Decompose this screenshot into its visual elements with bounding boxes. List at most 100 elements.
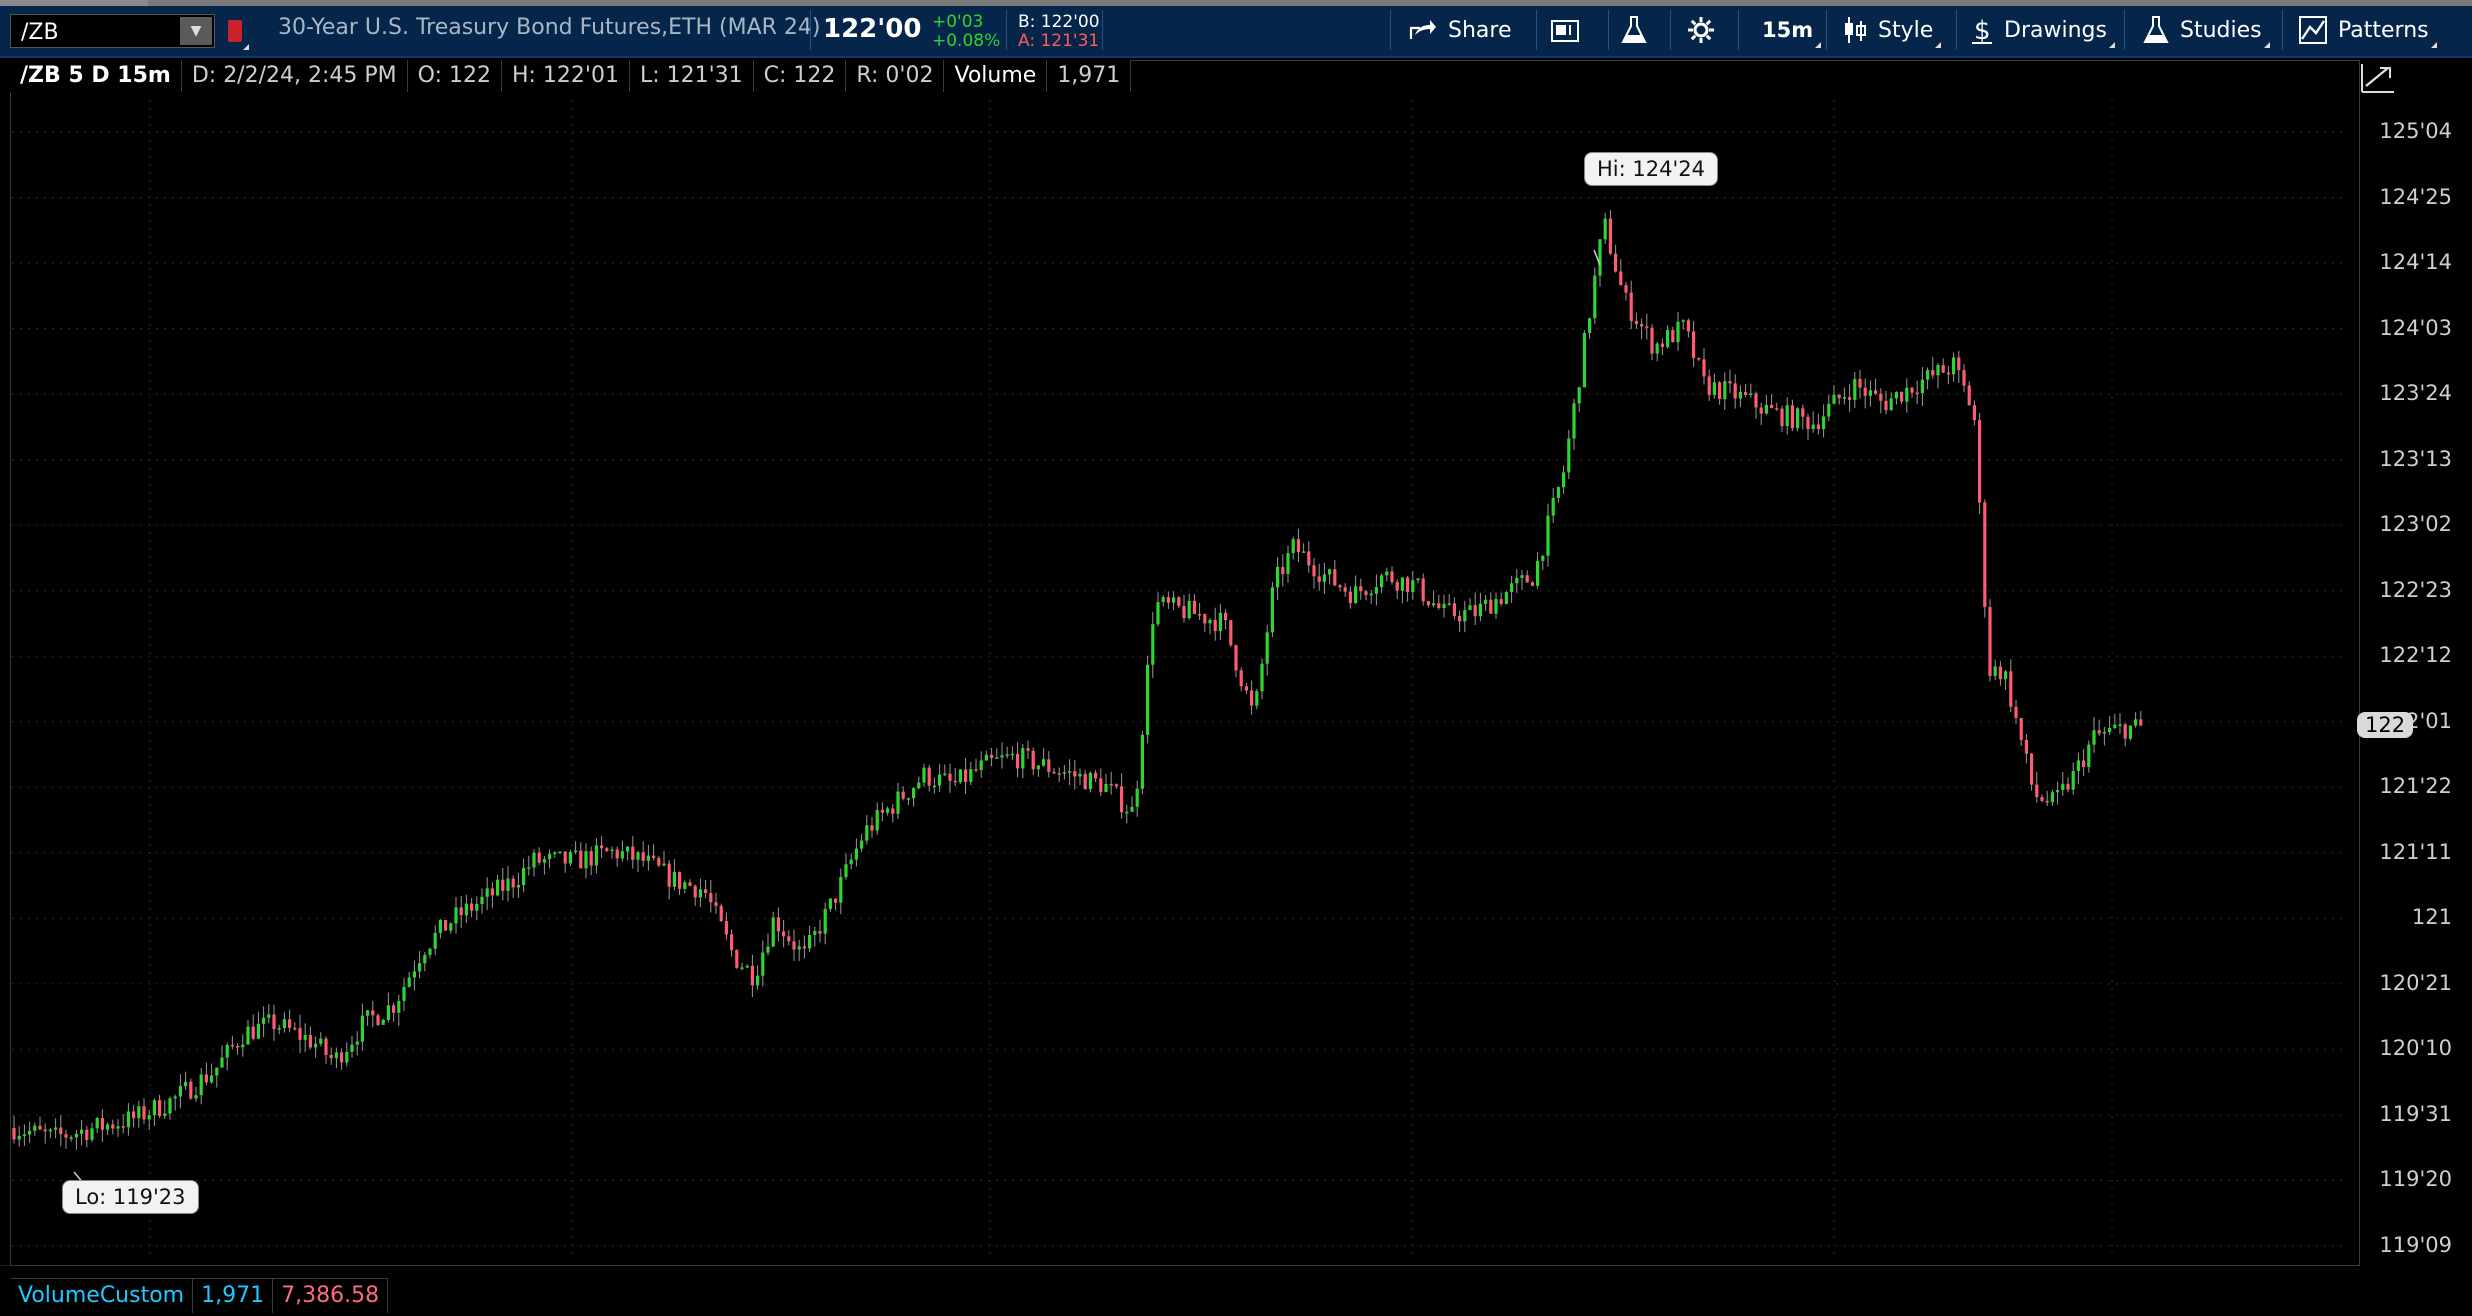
candle-up [1286, 553, 1290, 574]
candle-up [1447, 603, 1451, 605]
candle-down [272, 1014, 276, 1029]
candle-up [1598, 239, 1602, 276]
drawings-button[interactable]: $ Drawings [1970, 10, 2115, 50]
candle-up [69, 1137, 73, 1139]
candle-down [121, 1126, 125, 1128]
candle-down [1198, 613, 1202, 616]
candle-down [1499, 599, 1503, 604]
candle-down [1343, 587, 1347, 592]
settings-button[interactable] [1686, 10, 1726, 50]
price-tick-label: 122'23 [2379, 577, 2452, 602]
candle-up [896, 791, 900, 814]
candle-up [1322, 574, 1326, 582]
candle-up [1411, 580, 1415, 593]
style-button[interactable]: Style [1842, 10, 1942, 50]
patterns-button[interactable]: Patterns [2298, 10, 2437, 50]
candle-down [1931, 370, 1935, 376]
price-axis[interactable]: 125'04 124'25 124'14 124'03 123'24 123'13 123'… [2360, 60, 2472, 1266]
candle-down [1307, 551, 1311, 566]
candle-up [1827, 403, 1831, 417]
gear-icon [1688, 17, 1714, 43]
candle-up [2092, 730, 2096, 745]
candle-down [1437, 603, 1441, 609]
axis-scale-icon[interactable] [2358, 60, 2398, 96]
candle-up [2076, 760, 2080, 771]
symbol-selector[interactable]: ▼ [10, 14, 215, 49]
candle-up [168, 1098, 172, 1114]
candle-up [1010, 753, 1014, 756]
price-tick-label: 125'04 [2379, 119, 2452, 143]
volume-value: 1,971 [1047, 60, 1132, 92]
timeframe-button[interactable]: 15m [1762, 10, 1822, 50]
candle-down [964, 769, 968, 782]
candle-up [506, 878, 510, 891]
candle-down [85, 1129, 89, 1140]
candle-up [1161, 597, 1165, 603]
candle-down [1281, 567, 1285, 574]
chart-title[interactable]: /ZB 5 D 15m [10, 60, 182, 92]
ask-price: A: 121'31 [1018, 31, 1100, 51]
share-button[interactable]: Share [1408, 10, 1512, 50]
candle-up [522, 867, 526, 886]
candle-up [1140, 734, 1144, 789]
candle-down [1978, 420, 1982, 503]
symbol-link-icon[interactable] [228, 20, 242, 42]
candle-down [1338, 585, 1342, 588]
candle-up [1889, 398, 1893, 411]
studies-button[interactable]: Studies [2142, 10, 2270, 50]
price-chart[interactable] [0, 60, 2360, 1266]
candle-up [412, 971, 416, 978]
candle-up [1005, 754, 1009, 756]
candle-down [1229, 620, 1233, 646]
volume-study-bar: VolumeCustom 1,971 7,386.58 [10, 1278, 389, 1313]
candle-down [1629, 292, 1633, 321]
candle-down [1099, 778, 1103, 793]
chevron-down-icon[interactable]: ▼ [180, 17, 212, 45]
candle-down [1707, 376, 1711, 396]
instrument-description: 30-Year U.S. Treasury Bond Futures,ETH (… [278, 15, 821, 40]
candle-up [1130, 806, 1134, 812]
candle-down [329, 1054, 333, 1059]
candle-up [1536, 560, 1540, 586]
percent-change: +0.08% [932, 31, 1001, 51]
bar-close: C: 122 [754, 60, 847, 92]
candle-up [2061, 783, 2065, 791]
candle-up [756, 975, 760, 986]
candle-down [818, 931, 822, 934]
candle-down [735, 950, 739, 968]
candle-down [1806, 416, 1810, 430]
low-callout: Lo: 119'23 [62, 1180, 199, 1214]
flask-icon [2143, 16, 2169, 43]
candle-up [1993, 666, 1997, 676]
price-tick-label: 124'14 [2379, 250, 2452, 275]
candle-down [288, 1019, 292, 1028]
candle-up [558, 851, 562, 854]
price-tick-label: 121 [2411, 905, 2452, 930]
candle-up [886, 808, 890, 813]
candle-up [1146, 664, 1150, 735]
symbol-input[interactable] [19, 15, 183, 49]
candle-down [563, 851, 567, 864]
candle-down [719, 905, 723, 922]
lab-button[interactable] [1620, 10, 1658, 50]
candle-down [631, 846, 635, 860]
candle-up [584, 851, 588, 869]
candle-up [1104, 783, 1108, 793]
candle-down [1073, 771, 1077, 777]
candle-up [620, 851, 624, 859]
candle-down [1317, 576, 1321, 582]
candle-down [688, 882, 692, 886]
candle-down [1203, 614, 1207, 624]
notes-button[interactable] [1550, 10, 1590, 50]
candle-up [844, 864, 848, 878]
candle-down [1801, 408, 1805, 417]
toolbar-divider [1826, 10, 1827, 50]
candle-up [267, 1014, 271, 1018]
candle-up [979, 760, 983, 771]
candle-down [1234, 645, 1238, 671]
candle-down [1863, 387, 1867, 396]
candle-down [1348, 591, 1352, 604]
volume-study-name[interactable]: VolumeCustom [10, 1279, 194, 1313]
timeframe-label: 15m [1762, 18, 1814, 42]
candle-down [579, 850, 583, 869]
